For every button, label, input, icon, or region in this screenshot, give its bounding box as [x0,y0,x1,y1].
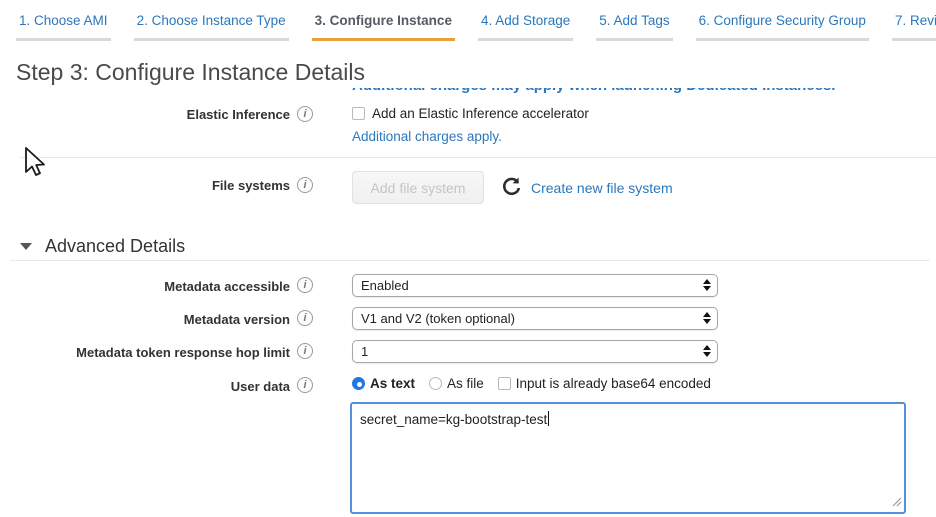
metadata-accessible-select[interactable]: Enabled [352,274,718,297]
tab-configure-instance[interactable]: 3. Configure Instance [312,13,455,41]
base64-encoded-checkbox[interactable] [498,377,511,390]
additional-charges-link[interactable]: Additional charges apply. [352,129,502,144]
as-file-radio-label: As file [447,376,484,391]
tab-configure-security-group[interactable]: 6. Configure Security Group [696,13,869,41]
user-data-textarea[interactable]: secret_name=kg-bootstrap-test [350,402,906,514]
metadata-hop-limit-select[interactable]: 1 [352,340,718,363]
metadata-version-label: Metadata version [0,312,290,327]
advanced-details-toggle[interactable]: Advanced Details [20,236,185,257]
wizard-tabs: 1. Choose AMI 2. Choose Instance Type 3.… [16,13,936,41]
advanced-details-title: Advanced Details [45,236,185,257]
metadata-version-value: V1 and V2 (token optional) [361,311,515,326]
text-caret [548,411,549,426]
configure-instance-page: 1. Choose AMI 2. Choose Instance Type 3.… [0,0,936,517]
user-data-text: secret_name=kg-bootstrap-test [360,412,547,427]
section-divider [10,260,930,261]
page-title: Step 3: Configure Instance Details [16,59,365,86]
elastic-inference-checkbox[interactable] [352,107,365,120]
metadata-accessible-value: Enabled [361,278,409,293]
chevron-down-icon [20,243,32,250]
tab-choose-ami[interactable]: 1. Choose AMI [16,13,111,41]
tab-add-storage[interactable]: 4. Add Storage [478,13,573,41]
user-data-info-icon[interactable]: i [297,377,313,393]
elastic-inference-checkbox-row: Add an Elastic Inference accelerator [352,106,589,121]
user-data-mode-row: As text As file Input is already base64 … [352,376,711,391]
elastic-inference-info-icon[interactable]: i [297,106,313,122]
select-stepper-icon [703,345,711,357]
mouse-cursor [22,146,48,183]
user-data-label: User data [0,379,290,394]
as-text-radio-label: As text [370,376,415,391]
add-file-system-button[interactable]: Add file system [352,171,484,204]
file-systems-info-icon[interactable]: i [297,177,313,193]
metadata-hop-limit-label: Metadata token response hop limit [0,345,290,360]
select-stepper-icon [703,279,711,291]
textarea-resize-handle[interactable] [891,495,902,510]
metadata-version-info-icon[interactable]: i [297,310,313,326]
metadata-hop-limit-info-icon[interactable]: i [297,343,313,359]
as-text-radio[interactable] [352,377,365,390]
as-file-radio[interactable] [429,377,442,390]
step-heading-band: Step 3: Configure Instance Details [0,42,936,88]
metadata-hop-limit-value: 1 [361,344,368,359]
elastic-inference-label: Elastic Inference [0,107,290,122]
create-new-file-system-link[interactable]: Create new file system [531,180,673,196]
tab-add-tags[interactable]: 5. Add Tags [596,13,672,41]
metadata-accessible-info-icon[interactable]: i [297,277,313,293]
select-stepper-icon [703,312,711,324]
tab-choose-instance-type[interactable]: 2. Choose Instance Type [134,13,289,41]
refresh-icon[interactable] [501,176,522,200]
metadata-version-select[interactable]: V1 and V2 (token optional) [352,307,718,330]
tab-review[interactable]: 7. Review [892,13,936,41]
base64-encoded-checkbox-label: Input is already base64 encoded [516,376,711,391]
metadata-accessible-label: Metadata accessible [0,279,290,294]
row-divider [20,157,936,158]
elastic-inference-checkbox-label: Add an Elastic Inference accelerator [372,106,589,121]
